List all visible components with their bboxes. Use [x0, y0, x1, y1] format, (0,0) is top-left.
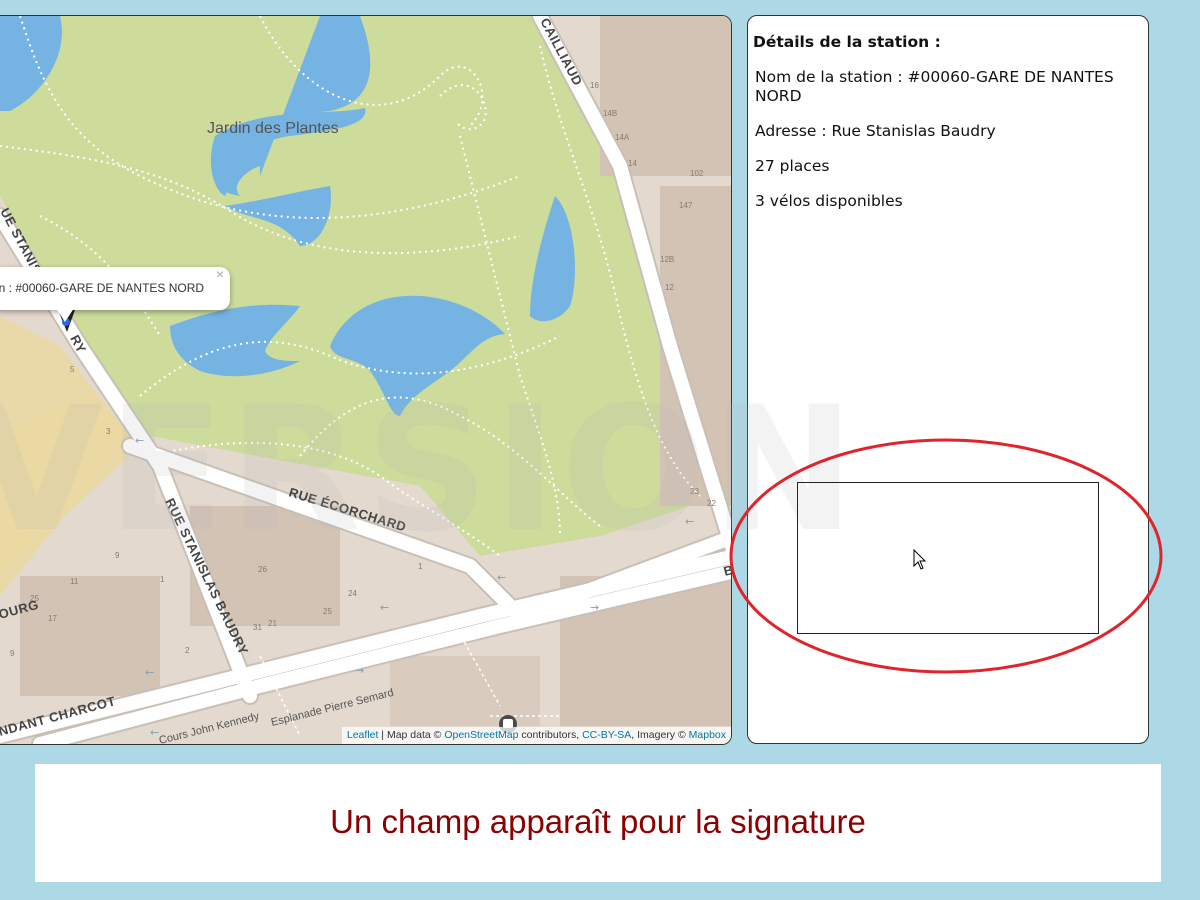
station-bikes: 3 vélos disponibles: [755, 192, 903, 210]
svg-text:31: 31: [253, 623, 262, 632]
popup-tip: [56, 308, 74, 322]
svg-text:9: 9: [10, 649, 15, 658]
attribution-text-1: | Map data ©: [378, 729, 445, 741]
svg-text:147: 147: [679, 201, 693, 210]
svg-text:25: 25: [30, 594, 39, 603]
svg-text:16: 16: [590, 81, 599, 90]
svg-text:17: 17: [48, 614, 57, 623]
svg-text:12B: 12B: [660, 255, 674, 264]
mapbox-link[interactable]: Mapbox: [689, 729, 726, 741]
svg-text:←: ←: [135, 434, 144, 447]
svg-text:←: ←: [150, 726, 159, 739]
panel-title: Détails de la station :: [753, 33, 941, 51]
svg-text:←: ←: [145, 666, 154, 679]
svg-text:21: 21: [268, 619, 277, 628]
popup-close-button[interactable]: ×: [216, 267, 224, 296]
svg-text:→: →: [590, 601, 599, 614]
svg-text:3: 3: [106, 427, 111, 436]
attribution-text-3: , Imagery ©: [631, 729, 689, 741]
caption-text: Un champ apparaît pour la signature: [330, 803, 866, 840]
svg-text:←: ←: [685, 515, 694, 528]
svg-text:24: 24: [348, 589, 357, 598]
svg-text:26: 26: [258, 565, 267, 574]
station-popup: on : #00060-GARE DE NANTES NORD ×: [0, 267, 230, 310]
license-link[interactable]: CC-BY-SA: [582, 729, 631, 741]
svg-text:2: 2: [185, 646, 190, 655]
svg-text:1: 1: [418, 562, 423, 571]
map-tiles: Jardin des Plantes CAILLIAUD UE STANIS R…: [0, 16, 731, 744]
svg-text:14: 14: [628, 159, 637, 168]
svg-text:←: ←: [380, 601, 389, 614]
svg-text:9: 9: [115, 551, 120, 560]
highlight-ellipse: [729, 438, 1163, 674]
popup-text: on : #00060-GARE DE NANTES NORD: [0, 281, 205, 295]
svg-text:12: 12: [665, 283, 674, 292]
station-address: Adresse : Rue Stanislas Baudry: [755, 122, 996, 140]
svg-text:→: →: [355, 664, 364, 677]
svg-text:22: 22: [707, 499, 716, 508]
svg-text:←: ←: [497, 571, 506, 584]
svg-text:23: 23: [690, 487, 699, 496]
svg-text:25: 25: [323, 607, 332, 616]
attribution-text-2: contributors,: [518, 729, 583, 741]
svg-text:1: 1: [160, 575, 165, 584]
svg-text:5: 5: [70, 365, 75, 374]
leaflet-link[interactable]: Leaflet: [347, 729, 379, 741]
svg-text:11: 11: [70, 577, 79, 586]
osm-link[interactable]: OpenStreetMap: [444, 729, 518, 741]
svg-text:14B: 14B: [603, 109, 617, 118]
station-places: 27 places: [755, 157, 830, 175]
svg-text:102: 102: [690, 169, 704, 178]
svg-text:14A: 14A: [615, 133, 630, 142]
station-name: Nom de la station : #00060-GARE DE NANTE…: [755, 68, 1114, 105]
map-view[interactable]: Jardin des Plantes CAILLIAUD UE STANIS R…: [0, 15, 732, 745]
caption-banner: Un champ apparaît pour la signature: [35, 764, 1161, 882]
map-attribution: Leaflet | Map data © OpenStreetMap contr…: [341, 727, 731, 744]
park-label: Jardin des Plantes: [207, 120, 339, 137]
